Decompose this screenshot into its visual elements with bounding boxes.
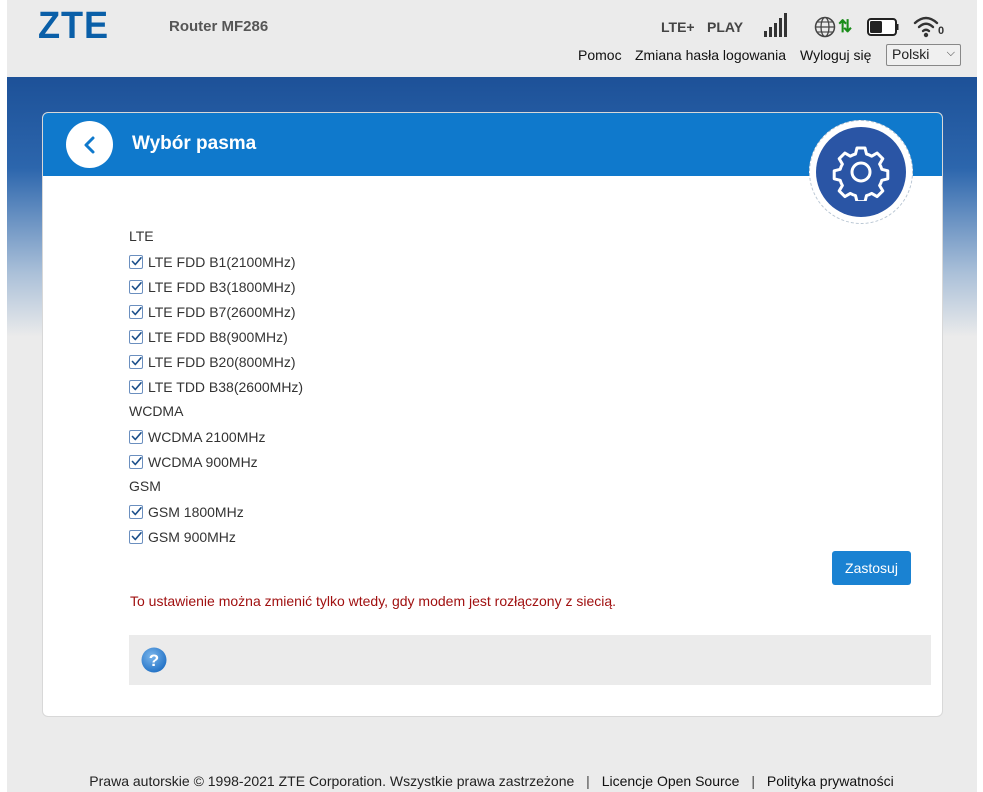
question-mark-icon[interactable]: ? xyxy=(141,647,167,673)
page-title: Wybór pasma xyxy=(132,133,257,154)
band-option-label: LTE FDD B8(900MHz) xyxy=(148,329,288,345)
band-checkbox[interactable] xyxy=(129,380,143,394)
band-option-lte[interactable]: LTE FDD B1(2100MHz) xyxy=(129,253,909,278)
group-label-lte: LTE xyxy=(129,228,154,244)
language-select-value: Polski xyxy=(892,46,930,62)
band-option-label: LTE FDD B1(2100MHz) xyxy=(148,254,296,270)
card-header: Wybór pasma xyxy=(43,113,942,176)
open-source-link[interactable]: Licencje Open Source xyxy=(602,773,740,789)
checkmark-icon xyxy=(131,282,142,291)
checkmark-icon xyxy=(131,532,142,541)
checkmark-icon xyxy=(131,382,142,391)
help-link[interactable]: Pomoc xyxy=(578,47,622,63)
checkmark-icon xyxy=(131,432,142,441)
checkmark-icon xyxy=(131,332,142,341)
logout-link[interactable]: Wyloguj się xyxy=(800,47,871,63)
band-checkbox[interactable] xyxy=(129,430,143,444)
help-panel: ? xyxy=(129,635,931,685)
apply-button[interactable]: Zastosuj xyxy=(832,551,911,585)
band-checkbox[interactable] xyxy=(129,455,143,469)
band-option-label: GSM 1800MHz xyxy=(148,504,244,520)
page-footer: Prawa autorskie © 1998-2021 ZTE Corporat… xyxy=(0,773,983,789)
network-type-indicator: LTE+ xyxy=(661,19,695,35)
band-option-lte[interactable]: LTE FDD B20(800MHz) xyxy=(129,353,909,378)
band-option-lte[interactable]: LTE TDD B38(2600MHz) xyxy=(129,378,909,403)
gear-icon xyxy=(816,127,906,217)
operator-name: PLAY xyxy=(707,19,744,35)
globe-icon xyxy=(814,16,836,38)
svg-text:?: ? xyxy=(149,651,159,670)
band-checkbox[interactable] xyxy=(129,355,143,369)
checkmark-icon xyxy=(131,357,142,366)
zte-logo[interactable]: ZTE xyxy=(38,5,109,48)
band-checkbox[interactable] xyxy=(129,505,143,519)
chevron-left-icon xyxy=(84,136,94,153)
band-option-label: WCDMA 900MHz xyxy=(148,454,258,470)
back-button[interactable] xyxy=(66,121,113,168)
wifi-client-count: 0 xyxy=(938,25,945,37)
band-option-gsm[interactable]: GSM 900MHz xyxy=(129,528,909,553)
band-option-lte[interactable]: LTE FDD B7(2600MHz) xyxy=(129,303,909,328)
signal-strength-icon xyxy=(764,13,790,37)
band-checkbox[interactable] xyxy=(129,280,143,294)
band-checkbox[interactable] xyxy=(129,330,143,344)
band-option-gsm[interactable]: GSM 1800MHz xyxy=(129,503,909,528)
battery-icon xyxy=(867,18,899,36)
band-option-lte[interactable]: LTE FDD B8(900MHz) xyxy=(129,328,909,353)
copyright-text: Prawa autorskie © 1998-2021 ZTE Corporat… xyxy=(89,773,575,789)
warning-message: To ustawienie można zmienić tylko wtedy,… xyxy=(130,593,617,609)
band-option-label: LTE TDD B38(2600MHz) xyxy=(148,379,304,395)
footer-separator: | xyxy=(586,773,590,789)
change-password-link[interactable]: Zmiana hasła logowania xyxy=(635,47,786,63)
band-option-label: WCDMA 2100MHz xyxy=(148,429,266,445)
checkmark-icon xyxy=(131,507,142,516)
band-option-label: LTE FDD B3(1800MHz) xyxy=(148,279,296,295)
router-model: Router MF286 xyxy=(169,18,269,35)
settings-badge xyxy=(809,120,913,224)
checkmark-icon xyxy=(131,257,142,266)
band-option-label: LTE FDD B20(800MHz) xyxy=(148,354,296,370)
footer-separator: | xyxy=(751,773,755,789)
band-checkbox[interactable] xyxy=(129,255,143,269)
gsm-band-group: GSM 1800MHz GSM 900MHz xyxy=(129,503,909,553)
band-list: LTE LTE FDD B1(2100MHz) LTE FDD B3(1800MH… xyxy=(129,228,909,553)
privacy-link[interactable]: Polityka prywatności xyxy=(767,773,894,789)
top-header: ZTE Router MF286 LTE+ PLAY ⇅ 0 Pomoc Zmi… xyxy=(7,0,977,77)
checkmark-icon xyxy=(131,457,142,466)
band-option-wcdma[interactable]: WCDMA 900MHz xyxy=(129,453,909,478)
band-option-label: GSM 900MHz xyxy=(148,529,236,545)
group-label-gsm: GSM xyxy=(129,478,161,494)
lte-band-group: LTE FDD B1(2100MHz) LTE FDD B3(1800MHz) LT… xyxy=(129,253,909,403)
band-option-lte[interactable]: LTE FDD B3(1800MHz) xyxy=(129,278,909,303)
band-checkbox[interactable] xyxy=(129,530,143,544)
data-transfer-icon: ⇅ xyxy=(838,17,853,36)
band-option-label: LTE FDD B7(2600MHz) xyxy=(148,304,296,320)
wcdma-band-group: WCDMA 2100MHz WCDMA 900MHz xyxy=(129,428,909,478)
group-label-wcdma: WCDMA xyxy=(129,403,184,419)
chevron-down-icon: ⌵ xyxy=(946,47,955,59)
language-select[interactable]: Polski ⌵ xyxy=(886,44,961,66)
checkmark-icon xyxy=(131,307,142,316)
band-checkbox[interactable] xyxy=(129,305,143,319)
band-option-wcdma[interactable]: WCDMA 2100MHz xyxy=(129,428,909,453)
